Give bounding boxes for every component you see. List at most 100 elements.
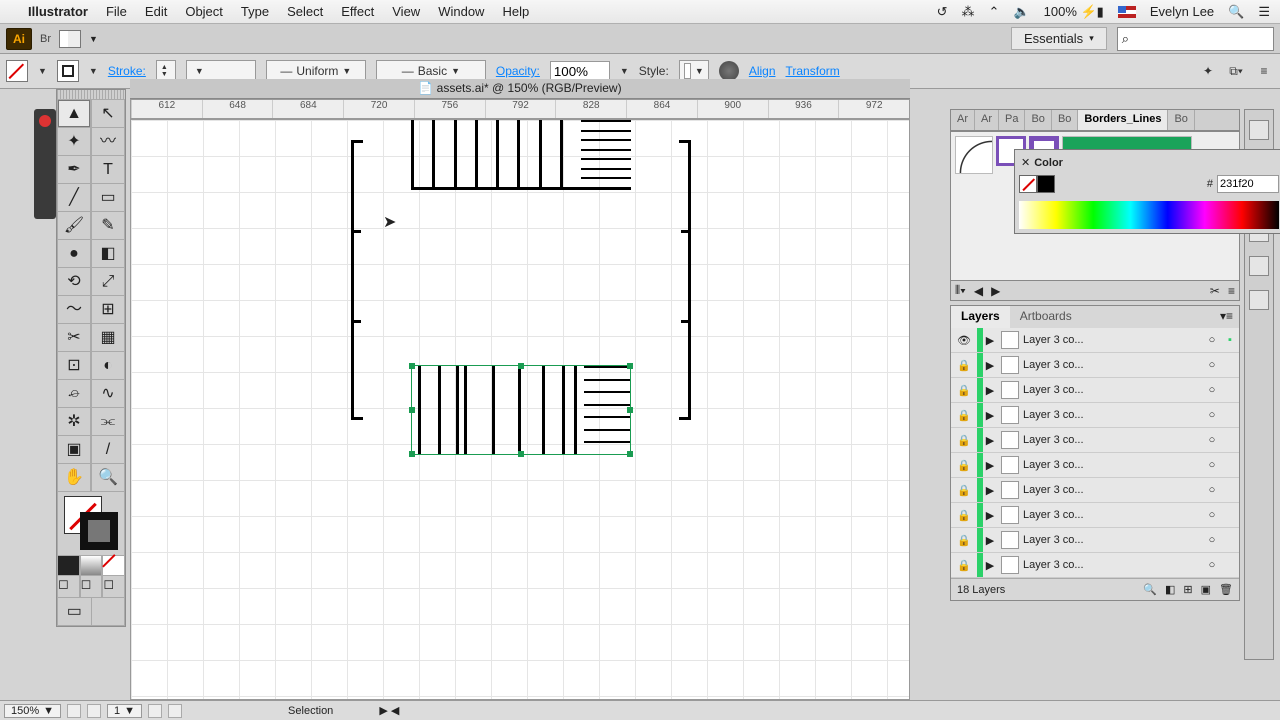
panel-tab-3[interactable]: Bo xyxy=(1025,110,1051,130)
bluetooth-icon[interactable]: ⁂ xyxy=(962,4,975,20)
expand-icon[interactable]: ▶ xyxy=(983,509,997,522)
target-icon[interactable]: ○ xyxy=(1203,534,1221,546)
menu-help[interactable]: Help xyxy=(502,4,529,19)
lock-icon[interactable]: 🔒 xyxy=(951,559,977,572)
hex-input[interactable] xyxy=(1217,175,1279,193)
color-panel[interactable]: ✕ Color # xyxy=(1014,149,1280,234)
target-icon[interactable]: ○ xyxy=(1203,509,1221,521)
opacity-field[interactable] xyxy=(550,61,610,81)
history-icon[interactable]: ↺ xyxy=(937,4,948,20)
tab-layers[interactable]: Layers xyxy=(951,306,1010,328)
tool-gradient[interactable]: ◐ xyxy=(91,352,125,380)
spotlight-icon[interactable]: 🔍 xyxy=(1228,4,1244,20)
last-artboard-icon[interactable] xyxy=(168,704,182,718)
tool-shape-builder[interactable]: ✂ xyxy=(57,324,91,352)
tool-direct-selection[interactable]: ↖ xyxy=(91,100,125,128)
dock-icon-5[interactable] xyxy=(1249,256,1269,276)
tool-mesh[interactable]: ⊡ xyxy=(57,352,91,380)
search-input[interactable] xyxy=(1133,28,1273,50)
left-dock[interactable] xyxy=(34,109,56,219)
draw-inside[interactable]: ◻ xyxy=(102,576,125,598)
selected-object[interactable] xyxy=(411,365,631,455)
menu-list-icon[interactable]: ☰ xyxy=(1258,4,1270,20)
color-fill-swatch[interactable] xyxy=(1019,175,1037,193)
lib-list-icon[interactable]: ⫴▾ xyxy=(955,283,966,298)
next-artboard-icon[interactable] xyxy=(148,704,162,718)
layer-row[interactable]: 🔒▶Layer 3 co...○ xyxy=(951,378,1239,403)
panel-menu-icon[interactable]: ≡ xyxy=(1254,61,1274,81)
panel-tab-1[interactable]: Ar xyxy=(975,110,999,130)
menu-edit[interactable]: Edit xyxy=(145,4,167,19)
color-close-icon[interactable]: ✕ xyxy=(1021,156,1030,169)
stroke-link[interactable]: Stroke: xyxy=(108,64,146,78)
tool-width[interactable]: 〜 xyxy=(57,296,91,324)
locate-layer-icon[interactable]: 🔍 xyxy=(1143,583,1157,596)
new-layer-icon[interactable]: ▣ xyxy=(1201,583,1211,596)
new-sublayer-icon[interactable]: ⊞ xyxy=(1183,583,1192,596)
tool-rotate[interactable]: ⟲ xyxy=(57,268,91,296)
tool-eyedropper[interactable]: ⌮ xyxy=(57,380,91,408)
lock-icon[interactable]: 🔒 xyxy=(951,434,977,447)
target-icon[interactable]: ○ xyxy=(1203,359,1221,371)
tool-rectangle[interactable]: ▭ xyxy=(91,184,125,212)
menu-file[interactable]: File xyxy=(106,4,127,19)
panel-tab-4[interactable]: Bo xyxy=(1052,110,1078,130)
tool-free-transform[interactable]: ⊞ xyxy=(91,296,125,324)
expand-icon[interactable]: ▶ xyxy=(983,434,997,447)
battery-status[interactable]: 100% ⚡▮ xyxy=(1044,4,1104,20)
clip-icon[interactable]: ⧉▾ xyxy=(1226,61,1246,81)
expand-icon[interactable]: ▶ xyxy=(983,384,997,397)
visibility-icon[interactable]: 👁 xyxy=(951,334,977,347)
layer-row[interactable]: 🔒▶Layer 3 co...○ xyxy=(951,553,1239,578)
target-icon[interactable]: ○ xyxy=(1203,434,1221,446)
tool-symbol-spray[interactable]: ✲ xyxy=(57,408,91,436)
target-icon[interactable]: ○ xyxy=(1203,559,1221,571)
lock-icon[interactable]: 🔒 xyxy=(951,509,977,522)
clip-mask-icon[interactable]: ◧ xyxy=(1165,583,1175,596)
panel-tab-5[interactable]: Borders_Lines xyxy=(1078,110,1168,130)
target-icon[interactable]: ○ xyxy=(1203,459,1221,471)
fill-swatch[interactable] xyxy=(6,60,28,82)
ruler-horizontal[interactable]: 612648684720756792828864900936972 xyxy=(130,99,910,119)
dock-icon-1[interactable] xyxy=(1249,120,1269,140)
target-icon[interactable]: ○ xyxy=(1203,409,1221,421)
artboard-number[interactable]: 1▼ xyxy=(107,704,142,718)
tool-lasso[interactable]: 〰 xyxy=(91,128,125,156)
lock-icon[interactable]: 🔒 xyxy=(951,484,977,497)
document-tab[interactable]: 📄 assets.ai* @ 150% (RGB/Preview) xyxy=(130,79,910,99)
menu-type[interactable]: Type xyxy=(241,4,269,19)
isolate-icon[interactable]: ✦ xyxy=(1198,61,1218,81)
lib-menu-icon[interactable]: ≡ xyxy=(1228,284,1235,298)
workspace-switcher[interactable]: Essentials▾ xyxy=(1011,27,1107,50)
arrange-documents-icon[interactable] xyxy=(59,30,81,48)
tool-hand[interactable]: ✋ xyxy=(57,464,91,492)
tool-paintbrush[interactable]: 🖌 xyxy=(57,212,91,240)
thumb-curve[interactable] xyxy=(955,136,993,174)
recolor-icon[interactable] xyxy=(719,61,739,81)
layer-row[interactable]: 🔒▶Layer 3 co...○ xyxy=(951,528,1239,553)
target-icon[interactable]: ○ xyxy=(1203,384,1221,396)
input-flag-icon[interactable] xyxy=(1118,6,1136,18)
stroke-indicator[interactable] xyxy=(80,512,118,550)
fill-stroke-control[interactable] xyxy=(57,492,125,556)
user-name[interactable]: Evelyn Lee xyxy=(1150,4,1214,19)
layer-row[interactable]: 🔒▶Layer 3 co...○ xyxy=(951,353,1239,378)
tab-artboards[interactable]: Artboards xyxy=(1010,306,1082,328)
panel-tab-2[interactable]: Pa xyxy=(999,110,1025,130)
bridge-shortcut[interactable]: Br xyxy=(40,33,51,45)
canvas[interactable]: ➤ xyxy=(130,119,910,700)
layer-row[interactable]: 👁▶Layer 3 co...○▪ xyxy=(951,328,1239,353)
tool-line[interactable]: ╱ xyxy=(57,184,91,212)
tool-scale[interactable]: ⤢ xyxy=(91,268,125,296)
toolbox-gripper[interactable] xyxy=(57,90,125,100)
layer-row[interactable]: 🔒▶Layer 3 co...○ xyxy=(951,453,1239,478)
delete-layer-icon[interactable]: 🗑 xyxy=(1219,583,1233,596)
color-none[interactable] xyxy=(102,556,125,576)
tool-type[interactable]: T xyxy=(91,156,125,184)
tool-blend[interactable]: ∿ xyxy=(91,380,125,408)
expand-icon[interactable]: ▶ xyxy=(983,484,997,497)
menu-select[interactable]: Select xyxy=(287,4,323,19)
color-spectrum[interactable] xyxy=(1019,201,1279,229)
first-artboard-icon[interactable] xyxy=(67,704,81,718)
tool-perspective[interactable]: ▦ xyxy=(91,324,125,352)
